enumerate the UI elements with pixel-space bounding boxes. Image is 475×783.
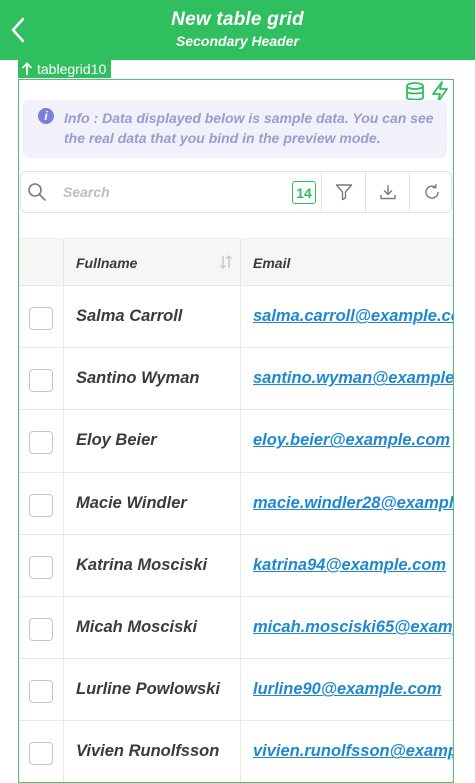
table-row: Santino Wyman santino.wyman@example.com (19, 348, 453, 411)
download-icon (379, 185, 396, 200)
column-header-fullname[interactable]: Fullname (64, 239, 241, 286)
fullname-cell: Vivien Runolfsson (64, 721, 241, 782)
component-tag-label: tablegrid10 (37, 60, 107, 77)
filter-button[interactable] (321, 172, 365, 212)
row-select-cell (19, 596, 64, 659)
app-header: New table grid Secondary Header (0, 0, 475, 60)
row-checkbox[interactable] (29, 680, 53, 704)
email-cell: macie.windler28@example.com (241, 473, 453, 534)
row-select-cell (19, 721, 64, 782)
refresh-button[interactable] (409, 172, 453, 212)
row-select-cell (19, 472, 64, 534)
filter-icon (335, 184, 352, 201)
email-cell: katrina94@example.com (241, 535, 453, 596)
fullname-cell: Eloy Beier (64, 410, 241, 472)
row-checkbox[interactable] (29, 369, 53, 393)
fullname-cell: Macie Windler (64, 472, 241, 534)
info-text: Info : Data displayed below is sample da… (64, 110, 434, 146)
row-checkbox[interactable] (29, 431, 53, 455)
email-link[interactable]: santino.wyman@example.com (253, 369, 453, 388)
email-cell: salma.carroll@example.com (241, 286, 453, 347)
page-title: New table grid (171, 9, 304, 30)
fullname-cell: Micah Mosciski (64, 596, 241, 659)
email-link[interactable]: lurline90@example.com (253, 680, 442, 699)
search-input[interactable] (63, 180, 283, 204)
row-select-cell (19, 286, 64, 348)
fullname-cell: Katrina Mosciski (64, 534, 241, 596)
email-link[interactable]: katrina94@example.com (253, 556, 446, 575)
table-row: Macie Windler macie.windler28@example.co… (19, 472, 453, 535)
email-cell: eloy.beier@example.com (241, 410, 453, 471)
email-link[interactable]: eloy.beier@example.com (253, 431, 450, 450)
component-tag[interactable]: tablegrid10 (18, 59, 112, 78)
column-header-label: Email (253, 254, 291, 271)
email-cell: santino.wyman@example.com (241, 348, 453, 409)
email-cell: micah.mosciski65@example.com (241, 597, 453, 658)
row-checkbox[interactable] (29, 555, 53, 579)
database-icon[interactable] (405, 82, 425, 102)
table-toolbar: 14 (20, 171, 452, 213)
table-grid-container: i Info : Data displayed below is sample … (18, 79, 454, 783)
refresh-icon (424, 184, 439, 199)
row-checkbox[interactable] (29, 493, 53, 517)
arrow-up-icon (21, 61, 33, 75)
row-checkbox[interactable] (29, 742, 53, 766)
fullname-cell: Santino Wyman (64, 348, 241, 410)
row-select-cell (19, 410, 64, 472)
row-select-cell (19, 659, 64, 721)
download-button[interactable] (365, 172, 409, 212)
table-header: Fullname Email (19, 238, 453, 286)
table-row: Salma Carroll salma.carroll@example.com (19, 286, 453, 349)
email-link[interactable]: vivien.runolfsson@example.com (253, 742, 453, 761)
table-row: Vivien Runolfsson vivien.runolfsson@exam… (19, 721, 453, 782)
select-all-column (19, 239, 64, 286)
row-checkbox[interactable] (29, 307, 53, 330)
row-checkbox[interactable] (29, 617, 53, 641)
email-cell: vivien.runolfsson@example.com (241, 721, 453, 782)
info-banner: i Info : Data displayed below is sample … (23, 100, 447, 158)
email-link[interactable]: macie.windler28@example.com (253, 494, 453, 513)
column-header-email[interactable]: Email (241, 239, 453, 286)
fullname-cell: Lurline Powlowski (64, 659, 241, 721)
email-link[interactable]: salma.carroll@example.com (253, 307, 453, 326)
row-select-cell (19, 534, 64, 596)
record-count-badge: 14 (292, 181, 316, 204)
table-body: Salma Carroll salma.carroll@example.com … (19, 286, 453, 782)
table-row: Katrina Mosciski katrina94@example.com (19, 534, 453, 597)
page-subtitle: Secondary Header (176, 33, 299, 49)
row-select-cell (19, 348, 64, 410)
email-link[interactable]: micah.mosciski65@example.com (253, 618, 453, 637)
table-row: Micah Mosciski micah.mosciski65@example.… (19, 596, 453, 660)
fullname-cell: Salma Carroll (64, 286, 241, 348)
search-icon (28, 183, 46, 201)
email-cell: lurline90@example.com (241, 659, 453, 720)
sort-icon[interactable] (218, 254, 234, 270)
table-row: Lurline Powlowski lurline90@example.com (19, 659, 453, 722)
info-icon: i (38, 108, 54, 124)
column-header-label: Fullname (76, 254, 138, 271)
table-row: Eloy Beier eloy.beier@example.com (19, 410, 453, 473)
